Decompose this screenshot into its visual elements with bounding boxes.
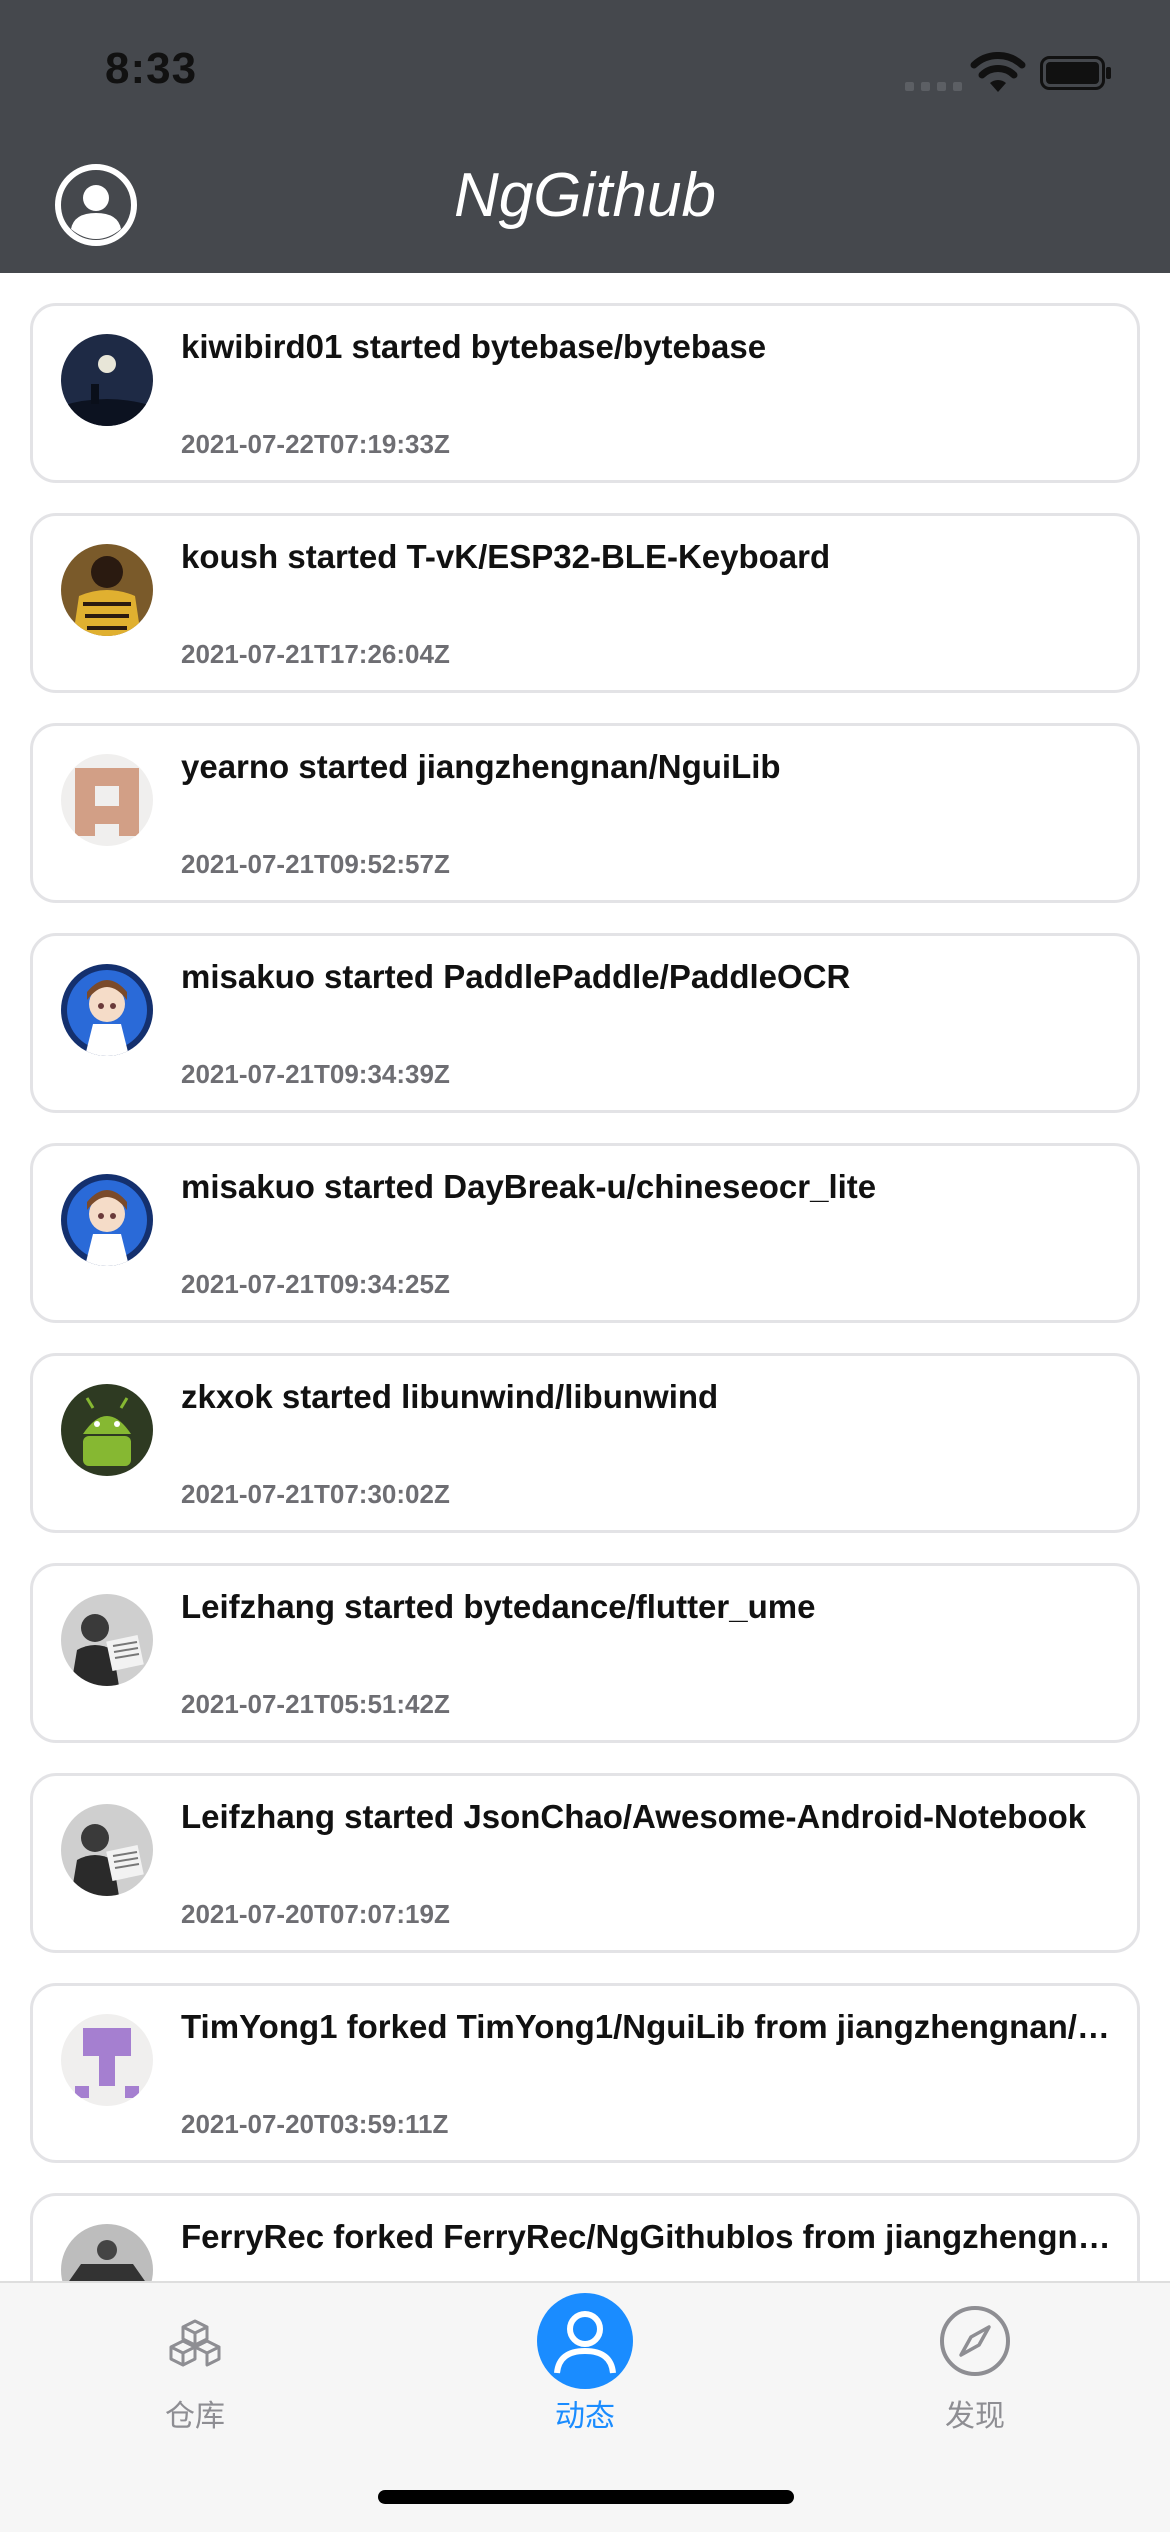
event-time: 2021-07-21T09:52:57Z: [181, 849, 450, 879]
tab-repositories[interactable]: 仓库: [95, 2283, 295, 2443]
tab-label: 动态: [555, 2399, 615, 2434]
event-text: Leifzhang started JsonChao/Awesome-Andro…: [181, 1798, 1087, 1835]
avatar: [61, 1174, 153, 1266]
page-title: NgGithub: [454, 161, 716, 230]
event-card[interactable]: misakuo started DayBreak-u/chineseocr_li…: [30, 1143, 1140, 1323]
event-text: misakuo started DayBreak-u/chineseocr_li…: [181, 1168, 877, 1205]
avatar: [61, 964, 153, 1056]
event-text: zkxok started libunwind/libunwind: [181, 1378, 719, 1415]
event-time: 2021-07-21T05:51:42Z: [181, 1689, 450, 1719]
event-card[interactable]: Leifzhang started JsonChao/Awesome-Andro…: [30, 1773, 1140, 1953]
app-header: 8:33 NgGithub: [0, 0, 1170, 273]
event-time: 2021-07-22T07:19:33Z: [181, 429, 450, 459]
event-text: koush started T-vK/ESP32-BLE-Keyboard: [181, 538, 831, 575]
event-time: 2021-07-21T09:34:39Z: [181, 1059, 450, 1089]
event-time: 2021-07-21T07:30:02Z: [181, 1479, 450, 1509]
compass-icon: [940, 2306, 1010, 2376]
cellular-signal-icon: [905, 82, 962, 91]
event-card[interactable]: kiwibird01 started bytebase/bytebase 202…: [30, 303, 1140, 483]
avatar: [61, 334, 153, 426]
event-text: yearno started jiangzhengnan/NguiLib: [181, 748, 781, 785]
battery-icon: [1040, 56, 1111, 90]
event-card[interactable]: Leifzhang started bytedance/flutter_ume …: [30, 1563, 1140, 1743]
event-text: TimYong1 forked TimYong1/NguiLib from ji…: [181, 2008, 1116, 2045]
home-indicator: [378, 2490, 794, 2504]
event-card[interactable]: FerryRec forked FerryRec/NgGithubIos fro…: [30, 2193, 1140, 2281]
tab-activity[interactable]: 动态: [485, 2283, 685, 2443]
tab-label: 仓库: [165, 2399, 225, 2434]
avatar: [61, 754, 153, 846]
avatar: [61, 544, 153, 636]
avatar: [61, 2224, 153, 2281]
avatar: [61, 1804, 153, 1896]
events-list: kiwibird01 started bytebase/bytebase 202…: [0, 273, 1170, 2281]
avatar: [61, 2014, 153, 2106]
tab-discover[interactable]: 发现: [875, 2283, 1075, 2443]
event-card[interactable]: koush started T-vK/ESP32-BLE-Keyboard 20…: [30, 513, 1140, 693]
event-text: kiwibird01 started bytebase/bytebase: [181, 328, 767, 365]
tab-label: 发现: [945, 2399, 1005, 2434]
event-time: 2021-07-21T17:26:04Z: [181, 639, 450, 669]
avatar: [61, 1594, 153, 1686]
event-text: FerryRec forked FerryRec/NgGithubIos fro…: [181, 2218, 1116, 2255]
status-time: 8:33: [105, 44, 198, 93]
event-card[interactable]: TimYong1 forked TimYong1/NguiLib from ji…: [30, 1983, 1140, 2163]
user-icon: [537, 2293, 633, 2389]
event-time: 2021-07-20T07:07:19Z: [181, 1899, 450, 1929]
event-text: misakuo started PaddlePaddle/PaddleOCR: [181, 958, 851, 995]
event-text: Leifzhang started bytedance/flutter_ume: [181, 1588, 816, 1625]
event-card[interactable]: misakuo started PaddlePaddle/PaddleOCR 2…: [30, 933, 1140, 1113]
event-time: 2021-07-21T09:34:25Z: [181, 1269, 450, 1299]
event-card[interactable]: yearno started jiangzhengnan/NguiLib 202…: [30, 723, 1140, 903]
wifi-icon: [970, 52, 1026, 92]
avatar: [61, 1384, 153, 1476]
cubes-icon: [169, 2319, 221, 2367]
event-time: 2021-07-20T03:59:11Z: [181, 2109, 449, 2139]
event-card[interactable]: zkxok started libunwind/libunwind 2021-0…: [30, 1353, 1140, 1533]
